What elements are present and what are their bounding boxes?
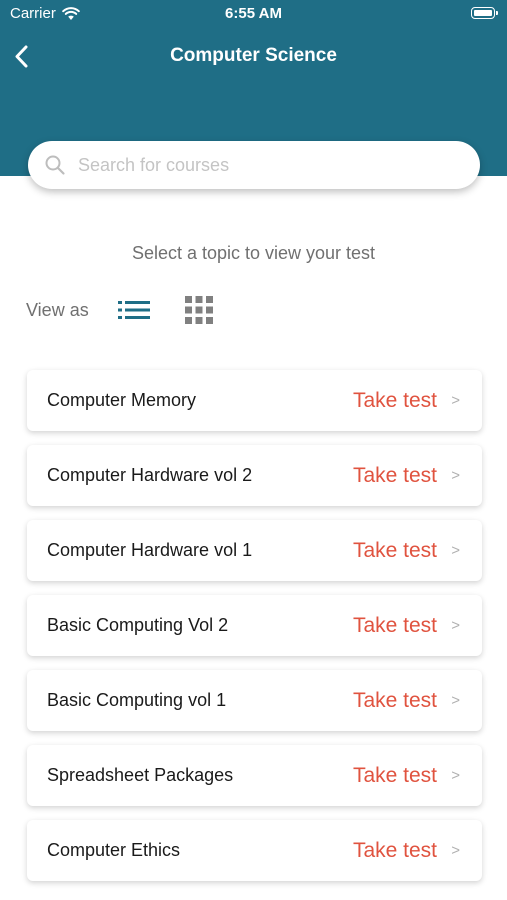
take-test-link[interactable]: Take test bbox=[353, 764, 437, 788]
chevron-right-icon: > bbox=[451, 692, 460, 709]
chevron-right-icon: > bbox=[451, 842, 460, 859]
list-view-button[interactable] bbox=[117, 299, 151, 321]
topic-name: Basic Computing Vol 2 bbox=[47, 615, 229, 635]
list-icon bbox=[118, 301, 150, 319]
topic-name: Spreadsheet Packages bbox=[47, 765, 234, 785]
topic-card-computer-memory[interactable]: Computer Memory Take test > bbox=[27, 370, 482, 431]
topic-card-computer-ethics[interactable]: Computer Ethics Take test > bbox=[27, 820, 482, 881]
instruction-text: Select a topic to view your test bbox=[131, 243, 376, 263]
status-bar: Carrier 6:55 AM bbox=[0, 0, 507, 28]
grid-view-button[interactable] bbox=[185, 296, 213, 324]
chevron-right-icon: > bbox=[451, 392, 460, 409]
search-bar[interactable] bbox=[28, 141, 480, 189]
take-test-link[interactable]: Take test bbox=[353, 389, 437, 413]
topic-list: Computer Memory Take test > Computer Har… bbox=[27, 370, 482, 895]
search-icon bbox=[45, 155, 65, 175]
topic-name: Computer Memory bbox=[47, 390, 197, 410]
chevron-right-icon: > bbox=[451, 617, 460, 634]
topic-name: Basic Computing vol 1 bbox=[47, 690, 227, 710]
page-title: Computer Science bbox=[170, 45, 337, 66]
topic-card-computer-hardware-vol-2[interactable]: Computer Hardware vol 2 Take test > bbox=[27, 445, 482, 506]
chevron-right-icon: > bbox=[451, 767, 460, 784]
grid-icon bbox=[185, 296, 213, 324]
topic-card-basic-computing-vol-1[interactable]: Basic Computing vol 1 Take test > bbox=[27, 670, 482, 731]
clock: 6:55 AM bbox=[225, 5, 282, 22]
chevron-right-icon: > bbox=[451, 467, 460, 484]
topic-name: Computer Hardware vol 2 bbox=[47, 465, 253, 485]
topic-name: Computer Ethics bbox=[47, 840, 181, 860]
topic-card-basic-computing-vol-2[interactable]: Basic Computing Vol 2 Take test > bbox=[27, 595, 482, 656]
take-test-link[interactable]: Take test bbox=[353, 839, 437, 863]
take-test-link[interactable]: Take test bbox=[353, 689, 437, 713]
topic-name: Computer Hardware vol 1 bbox=[47, 540, 253, 560]
battery-icon bbox=[471, 7, 498, 19]
take-test-link[interactable]: Take test bbox=[353, 614, 437, 638]
topic-card-computer-hardware-vol-1[interactable]: Computer Hardware vol 1 Take test > bbox=[27, 520, 482, 581]
view-as-label: View as bbox=[26, 300, 89, 320]
chevron-right-icon: > bbox=[451, 542, 460, 559]
take-test-link[interactable]: Take test bbox=[353, 464, 437, 488]
topic-card-spreadsheet-packages[interactable]: Spreadsheet Packages Take test > bbox=[27, 745, 482, 806]
search-input[interactable] bbox=[76, 153, 440, 177]
take-test-link[interactable]: Take test bbox=[353, 539, 437, 563]
